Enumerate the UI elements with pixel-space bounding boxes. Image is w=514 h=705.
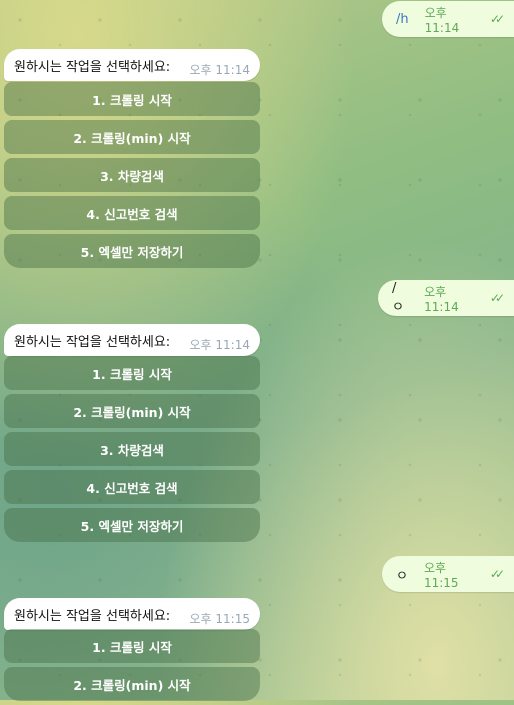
message-time: 오후 11:15 — [423, 560, 459, 590]
double-check-icon: ✓✓ — [489, 567, 505, 581]
keyboard-button-crawl-start[interactable]: 1. 크롤링 시작 — [4, 629, 260, 663]
message-time: 오후 11:14 — [189, 337, 250, 352]
double-check-icon: ✓✓ — [489, 12, 505, 26]
keyboard-button-vehicle-search[interactable]: 3. 차량검색 — [4, 158, 260, 192]
bot-message[interactable]: 원하시는 작업을 선택하세요: 오후 11:15 — [4, 598, 260, 630]
outgoing-message[interactable]: /h 오후 11:14 ✓✓ — [382, 1, 514, 37]
message-time: 오후 11:15 — [189, 611, 250, 626]
message-text: 원하시는 작업을 선택하세요: — [14, 334, 171, 350]
message-time: 오후 11:14 — [424, 5, 460, 35]
keyboard-button-crawl-min-start[interactable]: 2. 크롤링(min) 시작 — [4, 120, 260, 154]
keyboard-button-report-number-search[interactable]: 4. 신고번호 검색 — [4, 196, 260, 230]
double-check-icon: ✓✓ — [489, 291, 505, 305]
message-time: 오후 11:14 — [424, 284, 459, 314]
keyboard-button-crawl-start[interactable]: 1. 크롤링 시작 — [4, 82, 260, 116]
message-text: ㅇ — [396, 568, 408, 584]
inline-keyboard: 1. 크롤링 시작 2. 크롤링(min) 시작 — [4, 629, 260, 705]
keyboard-button-excel-save[interactable]: 5. 엑셀만 저장하기 — [4, 234, 260, 268]
message-text: /h — [396, 11, 409, 27]
keyboard-button-crawl-min-start[interactable]: 2. 크롤링(min) 시작 — [4, 667, 260, 701]
keyboard-button-vehicle-search[interactable]: 3. 차량검색 — [4, 432, 260, 466]
message-text: 원하시는 작업을 선택하세요: — [14, 608, 171, 624]
keyboard-button-crawl-start[interactable]: 1. 크롤링 시작 — [4, 356, 260, 390]
message-text: /ㅇ — [392, 281, 404, 315]
keyboard-button-crawl-min-start[interactable]: 2. 크롤링(min) 시작 — [4, 394, 260, 428]
inline-keyboard: 1. 크롤링 시작 2. 크롤링(min) 시작 3. 차량검색 4. 신고번호… — [4, 82, 260, 272]
bot-message[interactable]: 원하시는 작업을 선택하세요: 오후 11:14 — [4, 49, 260, 81]
outgoing-message[interactable]: /ㅇ 오후 11:14 ✓✓ — [378, 280, 514, 316]
message-time: 오후 11:14 — [189, 62, 250, 77]
outgoing-message[interactable]: ㅇ 오후 11:15 ✓✓ — [382, 556, 514, 592]
keyboard-button-report-number-search[interactable]: 4. 신고번호 검색 — [4, 470, 260, 504]
message-text: 원하시는 작업을 선택하세요: — [14, 59, 171, 75]
bot-message[interactable]: 원하시는 작업을 선택하세요: 오후 11:14 — [4, 324, 260, 356]
inline-keyboard: 1. 크롤링 시작 2. 크롤링(min) 시작 3. 차량검색 4. 신고번호… — [4, 356, 260, 546]
keyboard-button-excel-save[interactable]: 5. 엑셀만 저장하기 — [4, 508, 260, 542]
